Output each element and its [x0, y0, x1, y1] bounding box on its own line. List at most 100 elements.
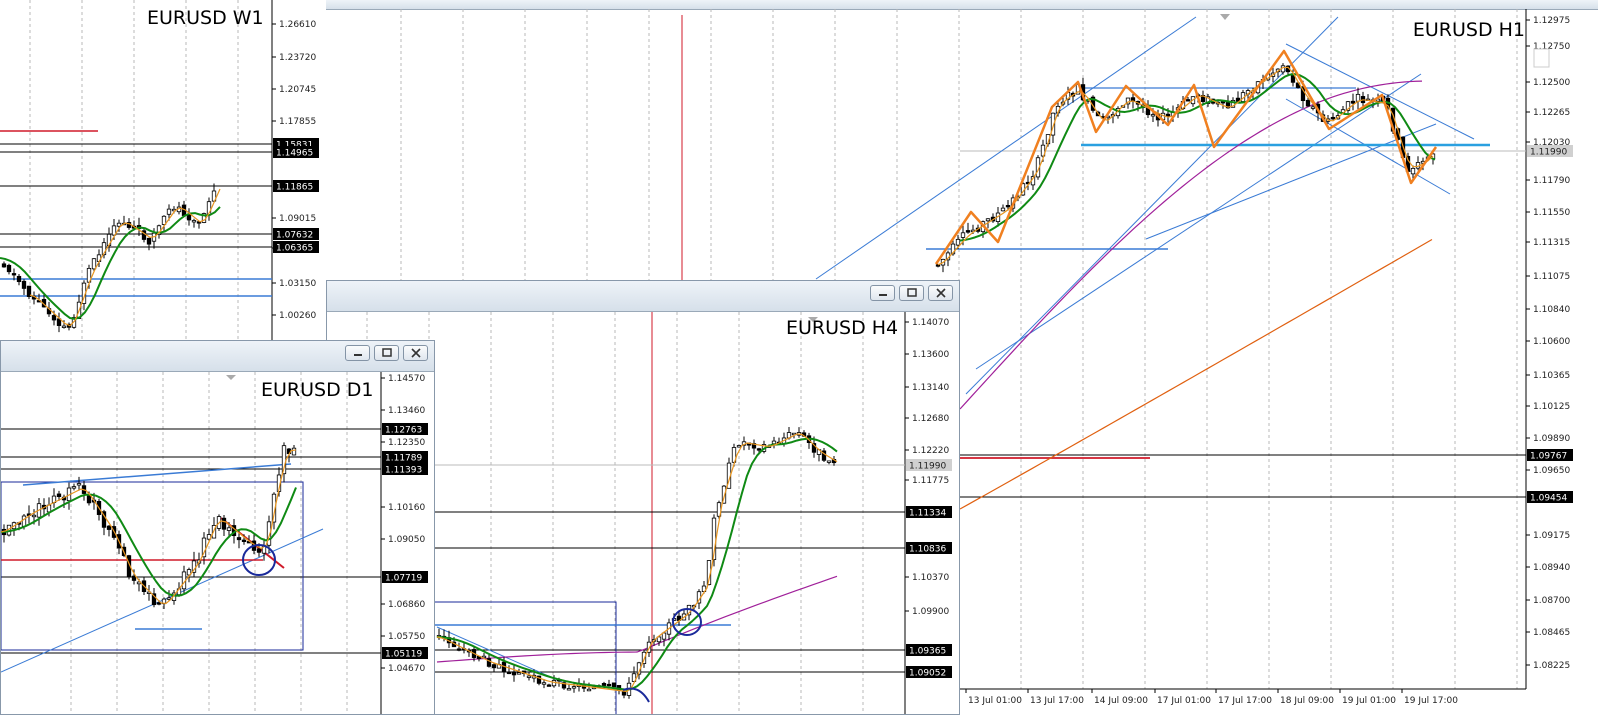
candle-body — [6, 264, 12, 273]
price-label: 1.09454 — [1530, 494, 1567, 504]
axis-tick-label: 1.23720 — [279, 53, 316, 63]
candle-body — [1355, 93, 1361, 102]
axis-tick-label: 1.10365 — [1533, 371, 1570, 381]
price-label: 1.11865 — [276, 183, 313, 193]
window-titlebar[interactable] — [1, 341, 434, 372]
candle-body — [1150, 114, 1156, 117]
channel-line — [1285, 98, 1451, 195]
price-label: 1.14965 — [276, 149, 313, 159]
candle-body — [1410, 167, 1416, 175]
candle-body — [221, 517, 227, 530]
axis-tick-label: 1.13600 — [912, 350, 949, 360]
candle-body — [91, 258, 97, 270]
candle-body — [491, 664, 497, 669]
candle-body — [661, 632, 667, 640]
axis-tick-label: 1.10840 — [1533, 305, 1570, 315]
candle-body — [21, 280, 27, 289]
candle-body — [186, 214, 192, 221]
chart-window-w1[interactable]: 1.26610 1.23720 1.20745 1.17855 1.09015 1.063… — [0, 0, 326, 340]
axis-tick-label: 1.11315 — [1533, 238, 1570, 248]
axis-tick-label: 1.09900 — [912, 607, 949, 617]
minimize-button[interactable] — [870, 285, 895, 301]
moving-average-line — [959, 80, 1423, 410]
candle-body — [611, 682, 617, 688]
price-label: 1.07719 — [385, 574, 422, 584]
candle-body — [1000, 207, 1006, 212]
candle-body — [1005, 204, 1011, 208]
axis-tick-label: 1.12220 — [912, 446, 949, 456]
axis-tick-label: 1.26610 — [279, 20, 316, 30]
chart-canvas-d1[interactable]: 1.14570 1.13460 1.12350 1.10160 1.09050 1.068… — [1, 372, 434, 715]
close-button[interactable] — [403, 345, 428, 361]
axis-tick-label: 1.09890 — [1533, 434, 1570, 444]
axis-tick-label: 1.08700 — [1533, 596, 1570, 606]
axis-tick-label: 1.00260 — [279, 311, 316, 321]
candle-body — [736, 445, 742, 448]
candle-body — [506, 671, 512, 675]
candle-body — [621, 691, 627, 696]
axis-tick-label: 1.12500 — [1533, 78, 1570, 88]
axis-tick-label: 1.10600 — [1533, 337, 1570, 347]
candle-body — [756, 448, 762, 451]
price-label: 1.11990 — [909, 462, 946, 472]
range-box — [1, 481, 304, 651]
channel-line — [1285, 43, 1475, 140]
chart-canvas-w1[interactable]: 1.26610 1.23720 1.20745 1.17855 1.09015 1.063… — [0, 0, 326, 340]
candle-body — [1, 263, 7, 268]
candle-body — [771, 440, 777, 445]
restore-button[interactable] — [374, 345, 399, 361]
minimize-icon — [354, 354, 362, 356]
restore-button[interactable] — [899, 285, 924, 301]
candle-body — [541, 682, 547, 685]
axis-tick-label: 1.12265 — [1533, 108, 1570, 118]
price-label: 1.11990 — [1530, 148, 1567, 158]
time-axis-label: 13 Jul 01:00 — [968, 696, 1022, 706]
candle-body — [16, 275, 22, 283]
candle-body — [1330, 116, 1336, 120]
price-label: 1.11393 — [385, 466, 422, 476]
moving-average-line — [436, 575, 838, 663]
close-button[interactable] — [928, 285, 953, 301]
axis-tick-label: 1.12350 — [388, 438, 425, 448]
candle-body — [56, 493, 62, 497]
minimize-button[interactable] — [345, 345, 370, 361]
candle-body — [526, 675, 532, 678]
candle-body — [571, 686, 577, 689]
time-axis-label: 19 Jul 17:00 — [1404, 696, 1458, 706]
axis-tick-label: 1.03150 — [279, 279, 316, 289]
moving-average-line — [959, 238, 1433, 510]
window-titlebar[interactable] — [327, 281, 959, 312]
candle-body — [935, 264, 941, 267]
axis-tick-label: 1.10160 — [388, 503, 425, 513]
price-label: 1.09365 — [909, 647, 946, 657]
axis-tick-label: 1.11775 — [912, 476, 949, 486]
close-icon — [411, 348, 421, 358]
candle-body — [566, 688, 572, 691]
chart-window-d1[interactable]: 1.14570 1.13460 1.12350 1.10160 1.09050 1.068… — [0, 340, 435, 715]
axis-tick-label: 1.11075 — [1533, 272, 1570, 282]
axis-tick-label: 1.17855 — [279, 117, 316, 127]
axis-tick-label: 1.11550 — [1533, 208, 1570, 218]
price-label: 1.06365 — [276, 244, 313, 254]
chart-title: EURUSD H1 — [1412, 19, 1525, 41]
candle-body — [960, 232, 966, 238]
axis-tick-label: 1.11790 — [1533, 176, 1570, 186]
price-label: 1.09052 — [909, 669, 946, 679]
axis-tick-label: 1.06860 — [388, 600, 425, 610]
restore-icon — [907, 288, 917, 297]
range-box — [431, 601, 617, 714]
price-label: 1.07632 — [276, 231, 313, 241]
axis-tick-label: 1.09015 — [279, 214, 316, 224]
candle-body — [21, 515, 27, 527]
candle-body — [166, 208, 172, 215]
zigzag-pattern — [934, 49, 1438, 265]
scroll-marker — [226, 375, 236, 380]
candle-body — [226, 527, 232, 531]
candle-body — [236, 537, 242, 541]
candle-body — [606, 683, 612, 687]
scroll-marker — [1220, 14, 1230, 20]
candle-body — [61, 325, 67, 328]
price-label: 1.05119 — [385, 650, 422, 660]
axis-tick-label: 1.14570 — [388, 374, 425, 384]
moving-average-line — [0, 206, 221, 320]
